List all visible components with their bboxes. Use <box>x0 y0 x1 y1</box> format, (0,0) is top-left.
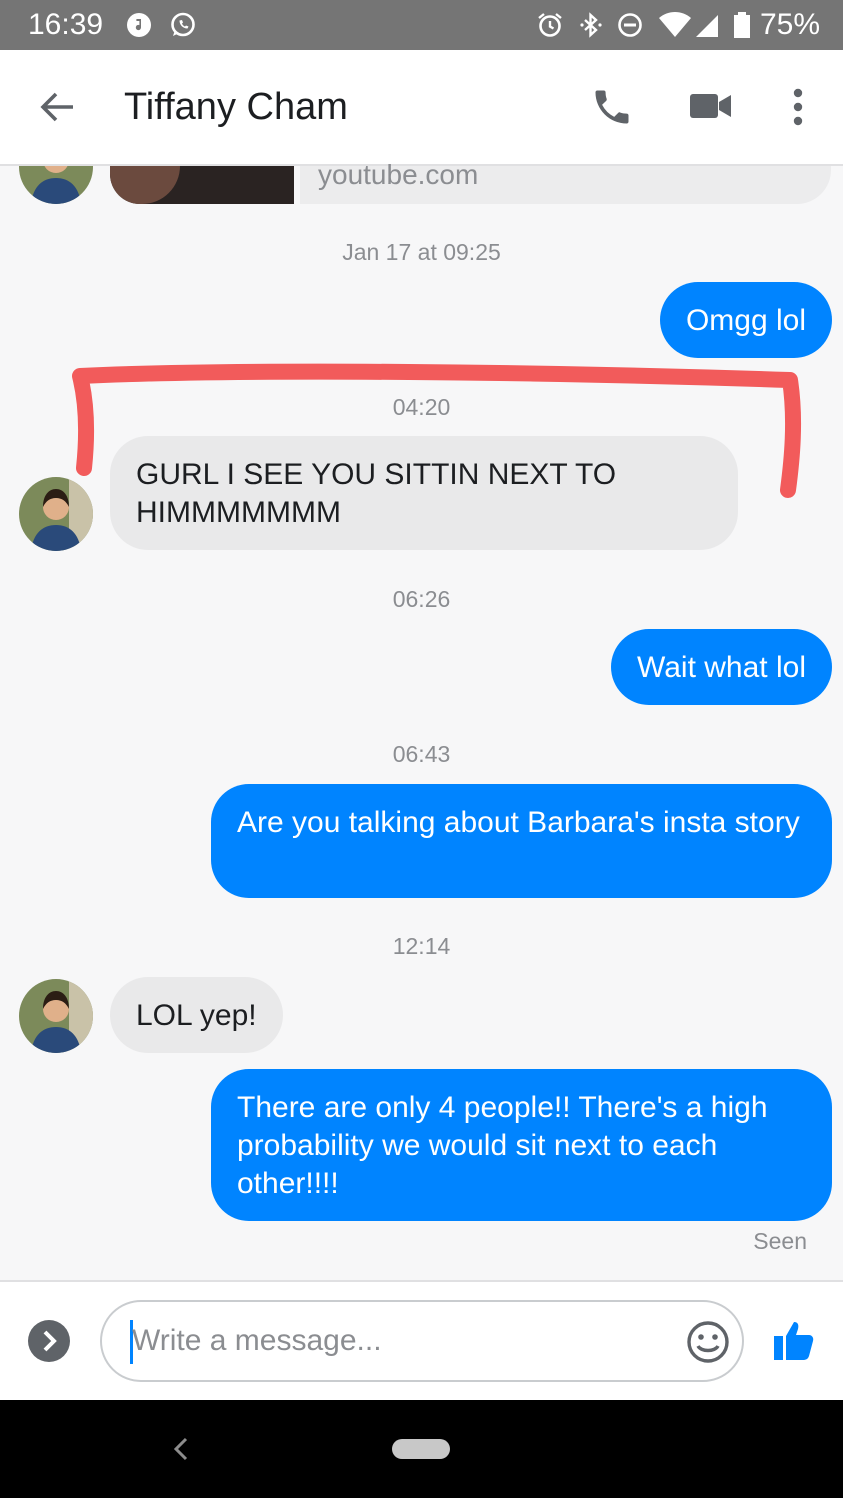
thumbs-up-icon[interactable] <box>772 1318 816 1367</box>
chevron-right-circle-icon[interactable] <box>28 1320 70 1367</box>
outgoing-message[interactable]: Are you talking about Barbara's insta st… <box>211 784 832 898</box>
timestamp: 06:26 <box>392 586 451 612</box>
timestamp: 12:14 <box>392 933 451 959</box>
message-input-placeholder: Write a message... <box>132 1324 382 1357</box>
red-annotation-bracket <box>72 363 802 498</box>
system-nav-bar <box>0 1400 843 1498</box>
outgoing-message[interactable]: There are only 4 people!! There's a high… <box>211 1069 832 1221</box>
seen-indicator: Seen <box>753 1228 807 1254</box>
message-input[interactable]: Write a message... <box>100 1300 744 1382</box>
nav-back-icon[interactable] <box>172 1437 190 1466</box>
timestamp: 06:43 <box>392 741 451 767</box>
incoming-message[interactable]: LOL yep! <box>110 977 283 1053</box>
avatar[interactable] <box>19 979 93 1053</box>
emoji-icon[interactable] <box>686 1320 730 1369</box>
nav-home-pill[interactable] <box>392 1439 450 1459</box>
outgoing-message[interactable]: Wait what lol <box>611 629 832 705</box>
message-composer: Write a message... <box>0 1280 843 1402</box>
